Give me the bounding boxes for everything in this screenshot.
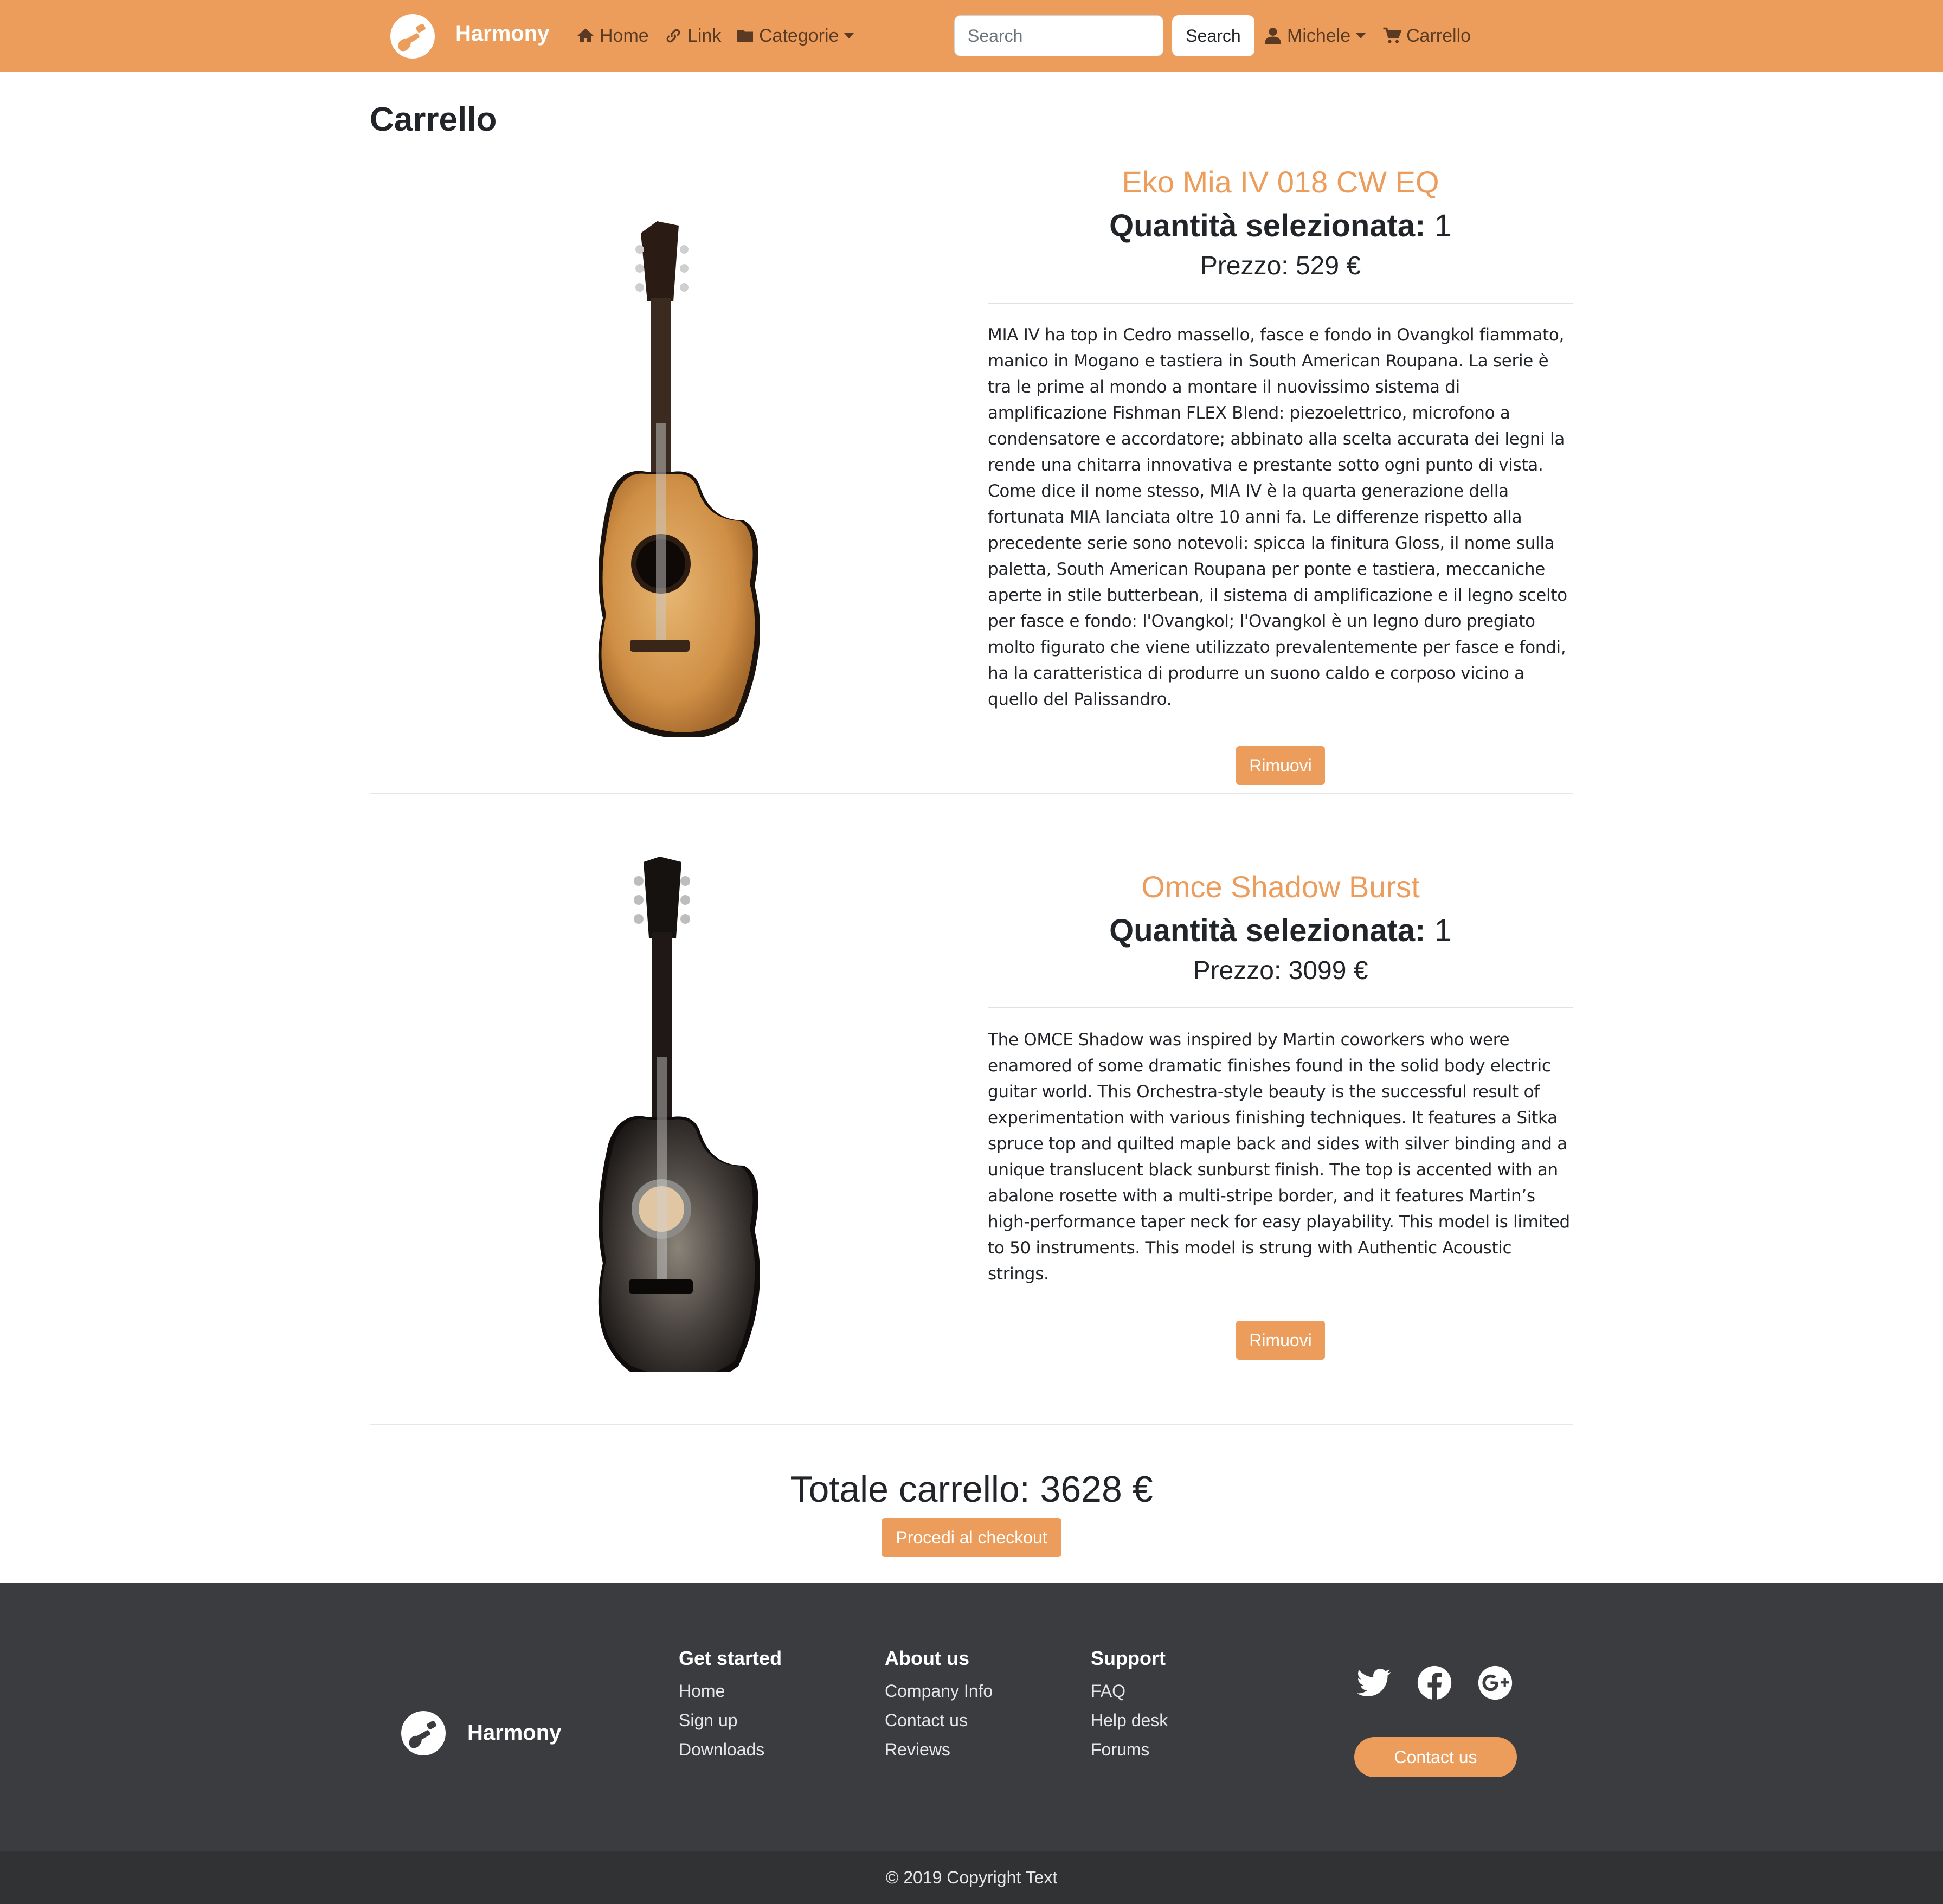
product-quantity: Quantità selezionata: 1	[988, 206, 1573, 246]
footer-link-company-info[interactable]: Company Info	[885, 1676, 993, 1706]
link-icon	[666, 29, 680, 43]
remove-button[interactable]: Rimuovi	[1236, 746, 1325, 785]
nav-home-label: Home	[600, 25, 649, 46]
product-info: Eko Mia IV 018 CW EQ Quantità selezionat…	[988, 163, 1573, 785]
copyright: © 2019 Copyright Text	[0, 1851, 1943, 1904]
search-button[interactable]: Search	[1172, 15, 1254, 56]
nav-link[interactable]: Link	[664, 22, 721, 50]
footer-col-get-started: Get started Home Sign up Downloads	[679, 1645, 782, 1764]
guitar-logo-icon[interactable]	[401, 1711, 446, 1755]
nav-cart-label: Carrello	[1406, 25, 1471, 46]
footer-link-reviews[interactable]: Reviews	[885, 1735, 993, 1764]
footer-col-about: About us Company Info Contact us Reviews	[885, 1645, 993, 1764]
product-info: Omce Shadow Burst Quantità selezionata: …	[988, 867, 1573, 1360]
nav-user-label: Michele	[1287, 25, 1351, 46]
product-quantity: Quantità selezionata: 1	[988, 911, 1573, 951]
product-image	[527, 217, 798, 739]
nav-home[interactable]: Home	[576, 22, 649, 50]
remove-button[interactable]: Rimuovi	[1236, 1321, 1325, 1360]
cart-item: Eko Mia IV 018 CW EQ Quantità selezionat…	[370, 163, 1573, 792]
nav-user-dropdown[interactable]: Michele	[1263, 22, 1366, 50]
product-price: Prezzo: 3099 €	[1193, 956, 1368, 985]
google-plus-icon[interactable]	[1477, 1664, 1514, 1701]
twitter-icon[interactable]	[1355, 1664, 1392, 1701]
footer-link-sign-up[interactable]: Sign up	[679, 1706, 782, 1735]
footer-link-faq[interactable]: FAQ	[1091, 1676, 1168, 1706]
footer: Harmony Get started Home Sign up Downloa…	[0, 1583, 1943, 1851]
home-icon	[577, 28, 594, 42]
footer-col-title: Get started	[679, 1647, 782, 1669]
chevron-down-icon	[844, 33, 854, 38]
guitar-logo-icon[interactable]	[390, 14, 435, 59]
quantity-label: Quantità selezionata:	[1109, 208, 1426, 243]
divider	[370, 1424, 1573, 1425]
footer-link-home[interactable]: Home	[679, 1676, 782, 1706]
page-title: Carrello	[370, 101, 497, 138]
divider	[988, 303, 1573, 304]
quantity-label: Quantità selezionata:	[1109, 913, 1426, 948]
footer-link-contact[interactable]: Contact us	[885, 1706, 993, 1735]
folder-icon	[737, 30, 753, 42]
footer-col-title: Support	[1091, 1647, 1166, 1669]
product-description: MIA IV ha top in Cedro massello, fasce e…	[988, 325, 1567, 709]
cart-total: Totale carrello: 3628 €	[790, 1469, 1153, 1510]
user-icon	[1265, 28, 1281, 44]
contact-us-button[interactable]: Contact us	[1354, 1737, 1517, 1777]
quantity-value: 1	[1434, 208, 1452, 243]
footer-col-support: Support FAQ Help desk Forums	[1091, 1645, 1168, 1764]
facebook-icon[interactable]	[1416, 1664, 1453, 1701]
search-input[interactable]	[954, 15, 1163, 56]
divider	[988, 1007, 1573, 1008]
nav-link-label: Link	[687, 25, 722, 46]
footer-brand[interactable]: Harmony	[467, 1718, 561, 1748]
quantity-value: 1	[1434, 913, 1452, 948]
product-image	[527, 851, 798, 1384]
brand-name[interactable]: Harmony	[455, 20, 549, 48]
nav-categories-label: Categorie	[759, 25, 839, 46]
divider	[370, 793, 1573, 794]
product-price: Prezzo: 529 €	[1200, 252, 1361, 280]
chevron-down-icon	[1356, 33, 1366, 38]
footer-link-forums[interactable]: Forums	[1091, 1735, 1168, 1764]
nav-cart[interactable]: Carrello	[1382, 22, 1471, 50]
product-name[interactable]: Eko Mia IV 018 CW EQ	[988, 163, 1573, 202]
product-name[interactable]: Omce Shadow Burst	[988, 867, 1573, 906]
cart-icon	[1383, 27, 1402, 43]
footer-link-downloads[interactable]: Downloads	[679, 1735, 782, 1764]
footer-col-title: About us	[885, 1647, 969, 1669]
product-description: The OMCE Shadow was inspired by Martin c…	[988, 1030, 1570, 1284]
nav-categories-dropdown[interactable]: Categorie	[735, 22, 854, 50]
navbar: Harmony Home Link Categorie Search Miche…	[0, 0, 1943, 72]
checkout-button[interactable]: Procedi al checkout	[882, 1518, 1061, 1557]
cart-item: Omce Shadow Burst Quantità selezionata: …	[370, 835, 1573, 1420]
footer-link-help-desk[interactable]: Help desk	[1091, 1706, 1168, 1735]
